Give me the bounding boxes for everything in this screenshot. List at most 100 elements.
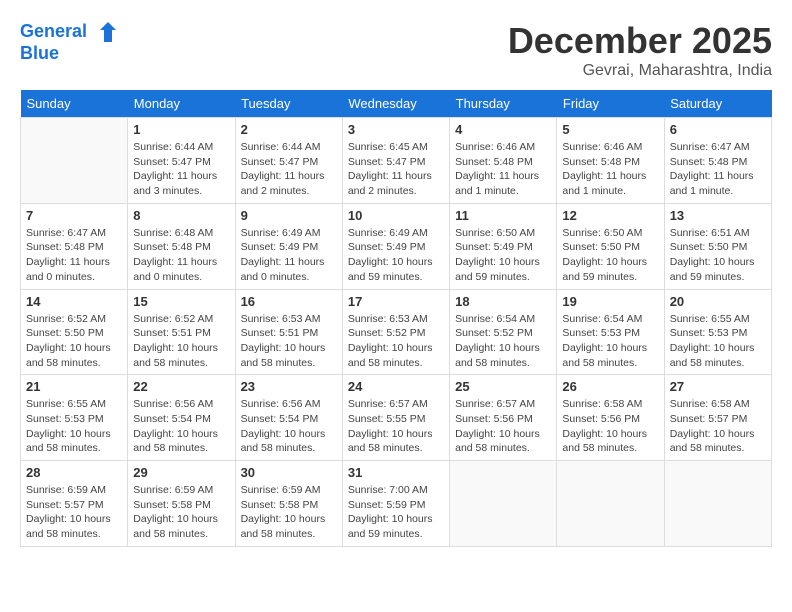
calendar-day-cell: 3 Sunrise: 6:45 AMSunset: 5:47 PMDayligh…	[342, 118, 449, 204]
calendar-day-cell: 26 Sunrise: 6:58 AMSunset: 5:56 PMDaylig…	[557, 375, 664, 461]
day-number: 29	[133, 465, 229, 480]
calendar-day-cell: 29 Sunrise: 6:59 AMSunset: 5:58 PMDaylig…	[128, 461, 235, 547]
weekday-header: Wednesday	[342, 90, 449, 118]
calendar-day-cell: 12 Sunrise: 6:50 AMSunset: 5:50 PMDaylig…	[557, 203, 664, 289]
day-info: Sunrise: 6:55 AMSunset: 5:53 PMDaylight:…	[670, 312, 766, 371]
calendar-week-row: 28 Sunrise: 6:59 AMSunset: 5:57 PMDaylig…	[21, 461, 772, 547]
calendar-week-row: 1 Sunrise: 6:44 AMSunset: 5:47 PMDayligh…	[21, 118, 772, 204]
day-number: 22	[133, 379, 229, 394]
day-info: Sunrise: 6:49 AMSunset: 5:49 PMDaylight:…	[241, 226, 337, 285]
day-info: Sunrise: 6:59 AMSunset: 5:58 PMDaylight:…	[133, 483, 229, 542]
calendar-day-cell: 22 Sunrise: 6:56 AMSunset: 5:54 PMDaylig…	[128, 375, 235, 461]
logo-blue: Blue	[20, 44, 118, 64]
calendar-day-cell: 18 Sunrise: 6:54 AMSunset: 5:52 PMDaylig…	[450, 289, 557, 375]
day-info: Sunrise: 6:58 AMSunset: 5:56 PMDaylight:…	[562, 397, 658, 456]
day-number: 4	[455, 122, 551, 137]
calendar-day-cell: 10 Sunrise: 6:49 AMSunset: 5:49 PMDaylig…	[342, 203, 449, 289]
day-info: Sunrise: 6:56 AMSunset: 5:54 PMDaylight:…	[133, 397, 229, 456]
day-number: 7	[26, 208, 122, 223]
day-info: Sunrise: 6:54 AMSunset: 5:53 PMDaylight:…	[562, 312, 658, 371]
day-number: 12	[562, 208, 658, 223]
day-info: Sunrise: 6:57 AMSunset: 5:55 PMDaylight:…	[348, 397, 444, 456]
day-number: 10	[348, 208, 444, 223]
calendar-day-cell: 14 Sunrise: 6:52 AMSunset: 5:50 PMDaylig…	[21, 289, 128, 375]
calendar-day-cell	[664, 461, 771, 547]
day-info: Sunrise: 6:46 AMSunset: 5:48 PMDaylight:…	[455, 140, 551, 199]
logo-general: General	[20, 21, 87, 41]
calendar-day-cell	[557, 461, 664, 547]
page-header: General Blue December 2025 Gevrai, Mahar…	[20, 20, 772, 80]
day-info: Sunrise: 6:58 AMSunset: 5:57 PMDaylight:…	[670, 397, 766, 456]
day-info: Sunrise: 6:52 AMSunset: 5:50 PMDaylight:…	[26, 312, 122, 371]
day-info: Sunrise: 6:48 AMSunset: 5:48 PMDaylight:…	[133, 226, 229, 285]
calendar-day-cell: 15 Sunrise: 6:52 AMSunset: 5:51 PMDaylig…	[128, 289, 235, 375]
weekday-header: Sunday	[21, 90, 128, 118]
calendar-day-cell: 4 Sunrise: 6:46 AMSunset: 5:48 PMDayligh…	[450, 118, 557, 204]
calendar-day-cell: 27 Sunrise: 6:58 AMSunset: 5:57 PMDaylig…	[664, 375, 771, 461]
calendar-day-cell: 9 Sunrise: 6:49 AMSunset: 5:49 PMDayligh…	[235, 203, 342, 289]
title-block: December 2025 Gevrai, Maharashtra, India	[508, 20, 772, 80]
day-number: 19	[562, 294, 658, 309]
calendar-day-cell: 7 Sunrise: 6:47 AMSunset: 5:48 PMDayligh…	[21, 203, 128, 289]
day-info: Sunrise: 6:50 AMSunset: 5:50 PMDaylight:…	[562, 226, 658, 285]
day-info: Sunrise: 6:50 AMSunset: 5:49 PMDaylight:…	[455, 226, 551, 285]
day-info: Sunrise: 6:54 AMSunset: 5:52 PMDaylight:…	[455, 312, 551, 371]
weekday-header: Monday	[128, 90, 235, 118]
calendar-day-cell: 24 Sunrise: 6:57 AMSunset: 5:55 PMDaylig…	[342, 375, 449, 461]
logo-icon	[94, 20, 118, 44]
calendar-day-cell: 31 Sunrise: 7:00 AMSunset: 5:59 PMDaylig…	[342, 461, 449, 547]
day-info: Sunrise: 6:47 AMSunset: 5:48 PMDaylight:…	[670, 140, 766, 199]
day-info: Sunrise: 6:59 AMSunset: 5:57 PMDaylight:…	[26, 483, 122, 542]
weekday-header-row: SundayMondayTuesdayWednesdayThursdayFrid…	[21, 90, 772, 118]
day-info: Sunrise: 6:53 AMSunset: 5:51 PMDaylight:…	[241, 312, 337, 371]
calendar-table: SundayMondayTuesdayWednesdayThursdayFrid…	[20, 90, 772, 547]
logo: General Blue	[20, 20, 118, 64]
calendar-day-cell: 25 Sunrise: 6:57 AMSunset: 5:56 PMDaylig…	[450, 375, 557, 461]
day-number: 2	[241, 122, 337, 137]
day-number: 3	[348, 122, 444, 137]
day-number: 21	[26, 379, 122, 394]
day-info: Sunrise: 6:59 AMSunset: 5:58 PMDaylight:…	[241, 483, 337, 542]
calendar-week-row: 14 Sunrise: 6:52 AMSunset: 5:50 PMDaylig…	[21, 289, 772, 375]
day-number: 9	[241, 208, 337, 223]
day-info: Sunrise: 6:57 AMSunset: 5:56 PMDaylight:…	[455, 397, 551, 456]
day-info: Sunrise: 6:49 AMSunset: 5:49 PMDaylight:…	[348, 226, 444, 285]
day-info: Sunrise: 6:53 AMSunset: 5:52 PMDaylight:…	[348, 312, 444, 371]
weekday-header: Thursday	[450, 90, 557, 118]
day-number: 15	[133, 294, 229, 309]
day-number: 28	[26, 465, 122, 480]
day-number: 8	[133, 208, 229, 223]
day-info: Sunrise: 6:46 AMSunset: 5:48 PMDaylight:…	[562, 140, 658, 199]
calendar-day-cell	[21, 118, 128, 204]
calendar-day-cell: 11 Sunrise: 6:50 AMSunset: 5:49 PMDaylig…	[450, 203, 557, 289]
subtitle: Gevrai, Maharashtra, India	[508, 62, 772, 80]
day-info: Sunrise: 6:47 AMSunset: 5:48 PMDaylight:…	[26, 226, 122, 285]
day-number: 13	[670, 208, 766, 223]
day-info: Sunrise: 6:44 AMSunset: 5:47 PMDaylight:…	[241, 140, 337, 199]
calendar-day-cell: 8 Sunrise: 6:48 AMSunset: 5:48 PMDayligh…	[128, 203, 235, 289]
day-info: Sunrise: 6:55 AMSunset: 5:53 PMDaylight:…	[26, 397, 122, 456]
day-number: 16	[241, 294, 337, 309]
day-info: Sunrise: 6:51 AMSunset: 5:50 PMDaylight:…	[670, 226, 766, 285]
calendar-week-row: 7 Sunrise: 6:47 AMSunset: 5:48 PMDayligh…	[21, 203, 772, 289]
day-number: 18	[455, 294, 551, 309]
day-number: 6	[670, 122, 766, 137]
calendar-day-cell: 23 Sunrise: 6:56 AMSunset: 5:54 PMDaylig…	[235, 375, 342, 461]
day-number: 17	[348, 294, 444, 309]
day-number: 14	[26, 294, 122, 309]
day-number: 24	[348, 379, 444, 394]
day-number: 25	[455, 379, 551, 394]
day-number: 5	[562, 122, 658, 137]
calendar-day-cell: 28 Sunrise: 6:59 AMSunset: 5:57 PMDaylig…	[21, 461, 128, 547]
day-info: Sunrise: 7:00 AMSunset: 5:59 PMDaylight:…	[348, 483, 444, 542]
month-title: December 2025	[508, 20, 772, 62]
day-number: 1	[133, 122, 229, 137]
calendar-day-cell: 5 Sunrise: 6:46 AMSunset: 5:48 PMDayligh…	[557, 118, 664, 204]
day-number: 27	[670, 379, 766, 394]
calendar-day-cell: 6 Sunrise: 6:47 AMSunset: 5:48 PMDayligh…	[664, 118, 771, 204]
day-info: Sunrise: 6:56 AMSunset: 5:54 PMDaylight:…	[241, 397, 337, 456]
day-number: 20	[670, 294, 766, 309]
calendar-day-cell: 30 Sunrise: 6:59 AMSunset: 5:58 PMDaylig…	[235, 461, 342, 547]
calendar-day-cell: 21 Sunrise: 6:55 AMSunset: 5:53 PMDaylig…	[21, 375, 128, 461]
weekday-header: Friday	[557, 90, 664, 118]
